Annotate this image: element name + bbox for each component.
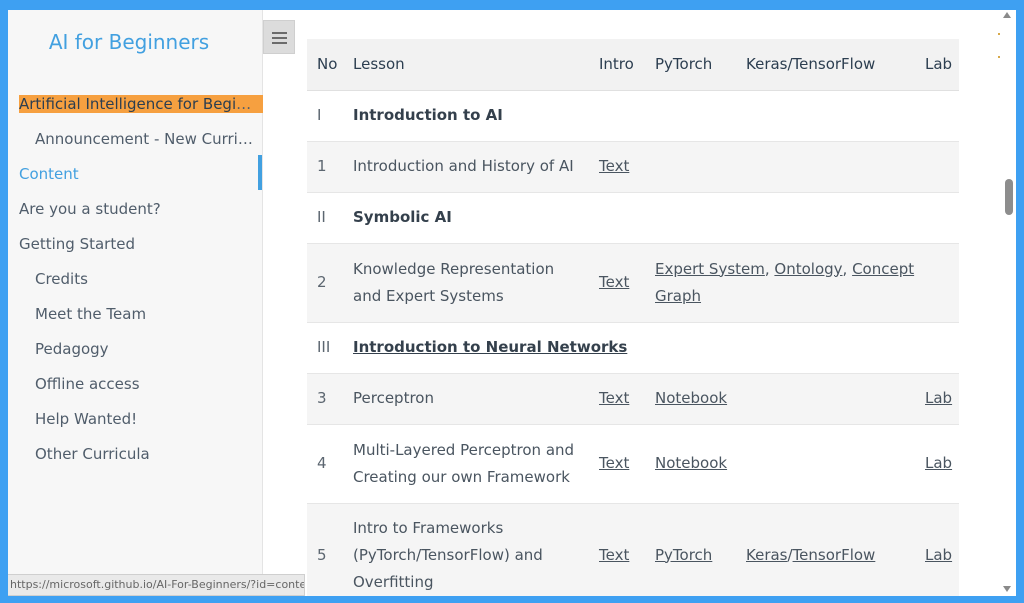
vertical-scrollbar[interactable] xyxy=(1000,10,1016,596)
pytorch-notebook-link[interactable]: Notebook xyxy=(655,389,727,407)
row-number: II xyxy=(317,208,326,226)
lesson-title: Perceptron xyxy=(353,389,434,407)
section-title: Introduction to AI xyxy=(353,106,503,124)
section-title-cell: Introduction to Neural Networks xyxy=(353,322,746,373)
header-pytorch: PyTorch xyxy=(655,39,746,91)
hamburger-icon[interactable] xyxy=(263,20,295,54)
header-no: No xyxy=(307,39,353,91)
sidebar-item-ai-for-beginners[interactable]: Artificial Intelligence for Beginners - … xyxy=(8,92,263,127)
row-number: 1 xyxy=(317,157,327,175)
row-number: 4 xyxy=(317,454,327,472)
header-intro: Intro xyxy=(599,39,655,91)
table-row: II Symbolic AI xyxy=(307,192,959,243)
scroll-down-arrow-icon[interactable] xyxy=(1003,586,1011,592)
sidebar-item-offline-access[interactable]: Offline access xyxy=(8,372,263,407)
app-title[interactable]: AI for Beginners xyxy=(8,30,250,54)
tensorflow-link[interactable]: TensorFlow xyxy=(793,546,876,564)
sidebar-item-meet-the-team[interactable]: Meet the Team xyxy=(8,302,263,337)
content-table-wrapper: No Lesson Intro PyTorch Keras/TensorFlow… xyxy=(307,39,959,596)
keras-link[interactable]: Keras xyxy=(746,546,788,564)
row-number: 5 xyxy=(317,545,327,564)
pytorch-notebook-link[interactable]: Notebook xyxy=(655,454,727,472)
lab-link[interactable]: Lab xyxy=(925,546,952,564)
lesson-title: Introduction and History of AI xyxy=(353,157,574,175)
sidebar-item-pedagogy[interactable]: Pedagogy xyxy=(8,337,263,372)
table-row: 1 Introduction and History of AI Text xyxy=(307,141,959,192)
table-row: 2 Knowledge Representation and Expert Sy… xyxy=(307,243,959,322)
row-number: 2 xyxy=(317,273,327,291)
scroll-thumb[interactable] xyxy=(1005,179,1013,215)
sidebar-item-other-curricula[interactable]: Other Curricula xyxy=(8,442,263,477)
sidebar-nav: Artificial Intelligence for Beginners - … xyxy=(8,92,263,477)
ontology-link[interactable]: Ontology xyxy=(774,260,842,278)
table-row: I Introduction to AI xyxy=(307,90,959,141)
intro-text-link[interactable]: Text xyxy=(599,157,629,175)
table-row: 5 Intro to Frameworks (PyTorch/TensorFlo… xyxy=(307,503,959,596)
sidebar-item-credits[interactable]: Credits xyxy=(8,267,263,302)
browser-window: AI for Beginners Artificial Intelligence… xyxy=(8,10,1016,596)
sidebar-item-getting-started[interactable]: Getting Started xyxy=(8,232,263,267)
lab-link[interactable]: Lab xyxy=(925,389,952,407)
row-number: III xyxy=(317,338,331,356)
curriculum-table: No Lesson Intro PyTorch Keras/TensorFlow… xyxy=(307,39,959,596)
lesson-title: Intro to Frameworks (PyTorch/TensorFlow)… xyxy=(353,518,543,591)
active-indicator xyxy=(258,155,262,190)
sidebar-item-content[interactable]: Content xyxy=(8,162,263,197)
header-lesson: Lesson xyxy=(353,39,599,91)
expert-system-link[interactable]: Expert System xyxy=(655,260,765,278)
intro-text-link[interactable]: Text xyxy=(599,454,629,472)
lab-link[interactable]: Lab xyxy=(925,454,952,472)
header-lab: Lab xyxy=(925,39,959,91)
header-keras-tensorflow: Keras/TensorFlow xyxy=(746,39,925,91)
scroll-up-arrow-icon[interactable] xyxy=(1003,12,1011,18)
intro-text-link[interactable]: Text xyxy=(599,546,629,564)
sidebar-item-help-wanted[interactable]: Help Wanted! xyxy=(8,407,263,442)
pytorch-cell: Expert System, Ontology, Concept Graph xyxy=(655,259,915,305)
intro-text-link[interactable]: Text xyxy=(599,273,629,291)
sidebar-item-student[interactable]: Are you a student? xyxy=(8,197,263,232)
row-number: I xyxy=(317,106,322,124)
table-header-row: No Lesson Intro PyTorch Keras/TensorFlow… xyxy=(307,39,959,91)
row-number: 3 xyxy=(317,389,327,407)
sidebar: AI for Beginners Artificial Intelligence… xyxy=(8,10,263,596)
search-highlight: Artificial Intelligence for Beginners - … xyxy=(19,95,263,113)
keras-cell: Keras/TensorFlow xyxy=(746,545,876,564)
intro-text-link[interactable]: Text xyxy=(599,389,629,407)
sidebar-item-announcement[interactable]: Announcement - New Curriculum on Generat… xyxy=(8,127,263,162)
lesson-title: Multi-Layered Perceptron and Creating ou… xyxy=(353,440,575,486)
table-row: 3 Perceptron Text Notebook Lab xyxy=(307,373,959,424)
neural-networks-section-link[interactable]: Introduction to Neural Networks xyxy=(353,338,627,356)
pytorch-link[interactable]: PyTorch xyxy=(655,546,712,564)
status-url-bar: https://microsoft.github.io/AI-For-Begin… xyxy=(8,574,305,596)
table-row: III Introduction to Neural Networks xyxy=(307,322,959,373)
table-row: 4 Multi-Layered Perceptron and Creating … xyxy=(307,424,959,503)
section-title: Symbolic AI xyxy=(353,208,452,226)
lesson-title: Knowledge Representation and Expert Syst… xyxy=(353,259,555,305)
